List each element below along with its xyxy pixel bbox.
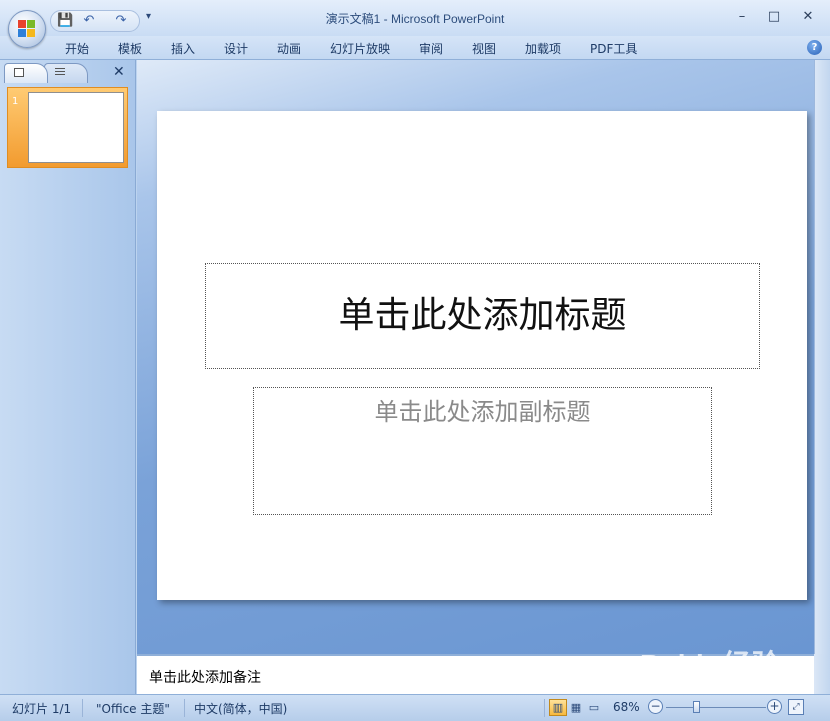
status-bar: 幻灯片 1/1 "Office 主题" 中文(简体，中国) ▥ ▦ ▭ 68% … — [0, 694, 830, 721]
tab-review[interactable]: 审阅 — [419, 40, 443, 57]
slides-pane: ✕ 1 — [0, 60, 136, 694]
tab-slideshow[interactable]: 幻灯片放映 — [330, 40, 390, 57]
slide-canvas[interactable]: 单击此处添加标题 单击此处添加副标题 — [157, 111, 807, 600]
notes-placeholder: 单击此处添加备注 — [149, 670, 261, 686]
tab-view[interactable]: 视图 — [472, 40, 496, 57]
divider — [184, 699, 185, 717]
tab-pdf-tools[interactable]: PDF工具 — [590, 40, 637, 57]
zoom-slider[interactable] — [666, 707, 766, 708]
help-icon[interactable]: ? — [807, 40, 822, 55]
document-name: 演示文稿1 — [325, 12, 381, 26]
slide-sorter-button[interactable]: ▦ — [567, 699, 585, 716]
tab-home[interactable]: 开始 — [65, 40, 89, 57]
slide-thumbnail — [28, 92, 124, 163]
vertical-scrollbar[interactable] — [814, 60, 830, 654]
divider — [544, 699, 545, 717]
tab-slides[interactable] — [4, 63, 48, 83]
slide-count: 幻灯片 1/1 — [12, 702, 72, 716]
divider — [82, 699, 83, 717]
tab-outline[interactable] — [44, 63, 88, 83]
watermark-url: jingyan.baidu.com — [670, 682, 751, 693]
slide-thumbnail-selected[interactable] — [7, 87, 128, 168]
watermark-brand: Baidu经验 — [640, 649, 781, 680]
window-title: 演示文稿1 - Microsoft PowerPoint — [0, 10, 830, 27]
pane-tabs: ✕ — [0, 60, 136, 84]
office-button[interactable] — [8, 10, 46, 48]
close-pane-icon[interactable]: ✕ — [113, 64, 125, 80]
outline-icon — [55, 68, 65, 77]
title-separator: - — [380, 12, 391, 26]
slide-editor: 单击此处添加标题 单击此处添加副标题 — [137, 60, 814, 654]
minimize-button[interactable]: – — [730, 8, 754, 26]
tab-design[interactable]: 设计 — [224, 40, 248, 57]
ribbon-tabs: 开始 模板 插入 设计 动画 幻灯片放映 审阅 视图 加载项 PDF工具 ? — [0, 36, 830, 60]
tab-animations[interactable]: 动画 — [277, 40, 301, 57]
language[interactable]: 中文(简体，中国) — [194, 700, 287, 717]
title-bar: 💾 ↶ ↷ ▾ 演示文稿1 - Microsoft PowerPoint – □… — [0, 0, 830, 36]
fit-to-window-button[interactable]: ⤢ — [788, 699, 804, 715]
slide-icon — [14, 68, 24, 77]
normal-view-button[interactable]: ▥ — [549, 699, 567, 716]
slide-number: 1 — [12, 96, 19, 107]
zoom-level[interactable]: 68% — [613, 700, 640, 714]
zoom-slider-thumb[interactable] — [693, 701, 700, 713]
tab-insert[interactable]: 插入 — [171, 40, 195, 57]
theme-name[interactable]: "Office 主题" — [96, 700, 170, 717]
zoom-in-button[interactable]: + — [767, 699, 782, 714]
app-name: Microsoft PowerPoint — [390, 12, 505, 26]
zoom-out-button[interactable]: − — [648, 699, 663, 714]
slideshow-button[interactable]: ▭ — [585, 699, 603, 716]
tab-addins[interactable]: 加载项 — [525, 40, 561, 57]
title-placeholder[interactable]: 单击此处添加标题 — [205, 263, 760, 369]
tab-templates[interactable]: 模板 — [118, 40, 142, 57]
maximize-button[interactable]: □ — [762, 8, 786, 26]
close-button[interactable]: ✕ — [796, 8, 820, 26]
office-logo-icon — [18, 20, 36, 38]
subtitle-placeholder[interactable]: 单击此处添加副标题 — [253, 387, 712, 515]
notes-scrollbar[interactable] — [814, 654, 830, 694]
